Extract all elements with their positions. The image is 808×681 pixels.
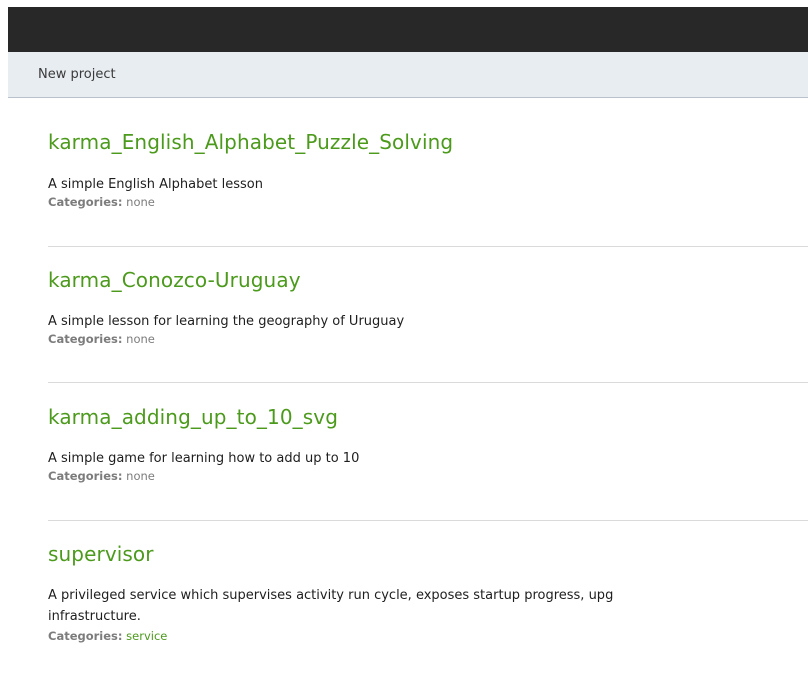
action-bar: New project <box>8 52 808 98</box>
project-entry: supervisor A privileged service which su… <box>48 542 808 643</box>
categories-value: none <box>126 332 155 346</box>
project-title-link[interactable]: supervisor <box>48 542 808 566</box>
project-description: A simple lesson for learning the geograp… <box>48 314 405 329</box>
categories-label: Categories: <box>48 469 123 483</box>
categories-value: none <box>126 469 155 483</box>
divider <box>48 382 808 383</box>
divider <box>48 520 808 521</box>
new-project-link[interactable]: New project <box>38 67 116 82</box>
categories-label: Categories: <box>48 195 123 209</box>
project-entry: karma_English_Alphabet_Puzzle_Solving A … <box>48 130 808 209</box>
project-title-link[interactable]: karma_Conozco-Uruguay <box>48 268 808 292</box>
project-description: A simple game for learning how to add up… <box>48 451 360 466</box>
project-categories: Categories: none <box>48 332 808 346</box>
window-top-edge <box>0 0 808 7</box>
top-toolbar <box>8 7 808 52</box>
project-title-link[interactable]: karma_adding_up_to_10_svg <box>48 405 808 429</box>
categories-label: Categories: <box>48 332 123 346</box>
project-description-continued: infrastructure. <box>48 609 141 624</box>
categories-label: Categories: <box>48 629 123 643</box>
categories-value: none <box>126 195 155 209</box>
project-categories: Categories: service <box>48 629 808 643</box>
project-entry: karma_adding_up_to_10_svg A simple game … <box>48 405 808 483</box>
project-categories: Categories: none <box>48 195 808 209</box>
project-entry: karma_Conozco-Uruguay A simple lesson fo… <box>48 268 808 346</box>
project-title-link[interactable]: karma_English_Alphabet_Puzzle_Solving <box>48 130 808 154</box>
divider <box>48 246 808 247</box>
project-description: A privileged service which supervises ac… <box>48 588 614 603</box>
category-link-service[interactable]: service <box>126 629 167 643</box>
project-categories: Categories: none <box>48 469 808 483</box>
project-description: A simple English Alphabet lesson <box>48 177 263 192</box>
